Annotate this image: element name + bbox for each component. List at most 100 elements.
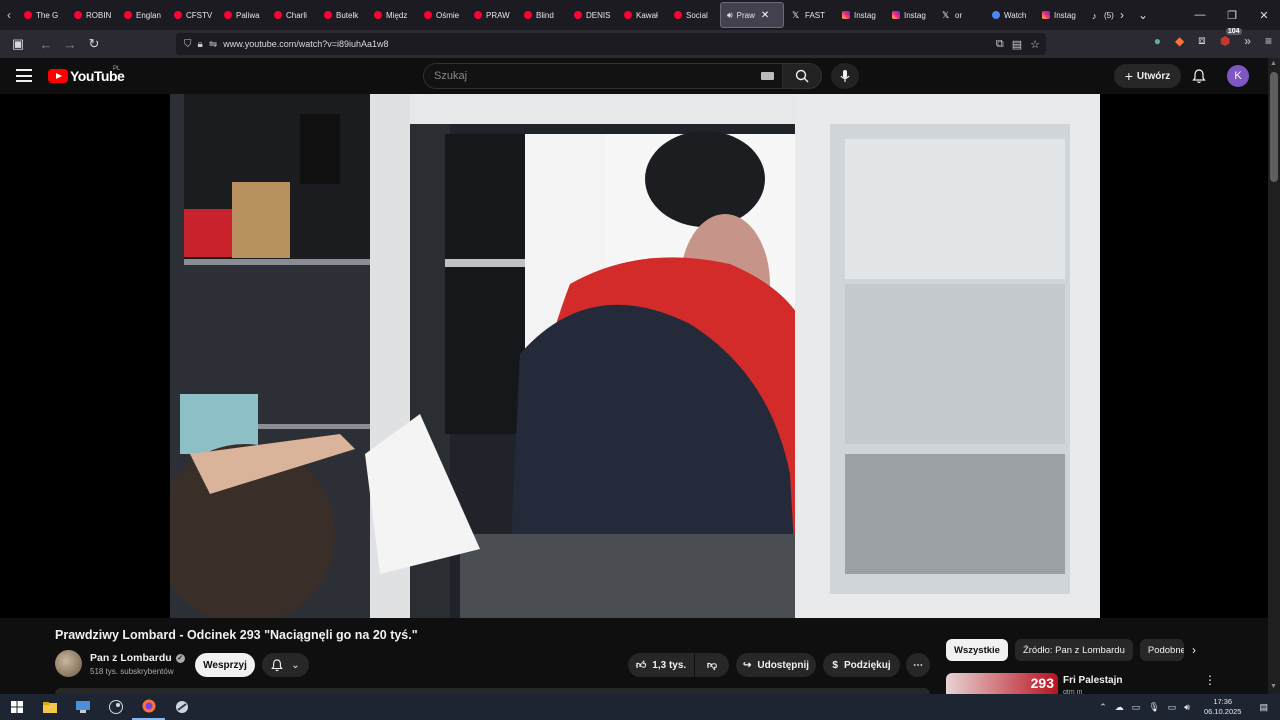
picture-in-picture-icon[interactable]: ⧉ <box>996 38 1004 51</box>
like-button[interactable]: 👍︎ 1,3 tys. <box>628 653 694 677</box>
browser-tab[interactable]: Międz <box>368 0 418 30</box>
youtube-icon <box>374 11 382 19</box>
clock[interactable]: 17:36 06.10.2025 <box>1204 697 1242 717</box>
scroll-up-icon[interactable]: ▲ <box>1270 60 1277 67</box>
browser-tab[interactable]: Ośmie <box>418 0 468 30</box>
menu-icon[interactable] <box>16 69 32 82</box>
keyboard-icon[interactable] <box>761 72 774 80</box>
network-icon[interactable]: ▭ <box>1168 702 1177 713</box>
support-button[interactable]: Wesprzyj <box>195 653 255 677</box>
browser-tab[interactable]: Watch <box>986 0 1036 30</box>
browser-tab[interactable]: Butelk <box>318 0 368 30</box>
browser-tab[interactable]: Paliwa <box>218 0 268 30</box>
reader-view-icon[interactable]: ▤ <box>1012 38 1022 51</box>
browser-tab[interactable]: Charli <box>268 0 318 30</box>
tray-app-icon[interactable]: ▭ <box>1132 702 1141 713</box>
subscription-bell-button[interactable]: ⌄ <box>262 653 309 677</box>
sidebar-toggle-icon[interactable]: ▣ <box>6 32 30 56</box>
tab-list-dropdown-icon[interactable]: ⌄ <box>1138 8 1148 22</box>
share-button[interactable]: ↪ Udostępnij <box>736 653 816 677</box>
file-explorer-icon[interactable] <box>33 694 66 720</box>
browser-tab[interactable]: The G <box>18 0 68 30</box>
shield-icon[interactable]: ⛉ <box>184 39 192 50</box>
chevron-down-icon: ⌄ <box>291 659 300 671</box>
tab-label: DENIS <box>586 10 611 20</box>
chip-source[interactable]: Źródło: Pan z Lombardu <box>1014 639 1133 661</box>
scroll-down-icon[interactable]: ▼ <box>1270 683 1277 690</box>
chips-next-icon[interactable]: › <box>1192 643 1196 657</box>
video-player[interactable] <box>0 94 1268 618</box>
search-button[interactable] <box>782 63 822 89</box>
tab-label: Międz <box>386 10 408 20</box>
app-menu-icon[interactable]: ≡ <box>1265 34 1272 48</box>
create-button[interactable]: + Utwórz <box>1114 64 1181 88</box>
restore-icon[interactable]: ❐ <box>1216 0 1248 30</box>
tab-label: Butelk <box>336 10 359 20</box>
voice-search-button[interactable] <box>831 63 859 89</box>
chip-related[interactable]: Podobne <box>1139 639 1184 661</box>
account-avatar[interactable]: K <box>1227 65 1249 87</box>
reload-icon[interactable]: ↻ <box>82 32 106 56</box>
browser-tab[interactable]: DENIS <box>568 0 618 30</box>
more-actions-button[interactable]: ⋯ <box>906 653 930 677</box>
url-bar[interactable]: ⛉ 🔒︎ ⇋ www.youtube.com/watch?v=i89iuhAa1… <box>176 33 1046 55</box>
globe-icon <box>992 11 1000 19</box>
browser-tab[interactable]: Instag <box>1036 0 1086 30</box>
chip-all[interactable]: Wszystkie <box>946 639 1008 661</box>
browser-tab[interactable]: Kawał <box>618 0 668 30</box>
back-icon[interactable]: ← <box>34 32 58 56</box>
app-icon[interactable] <box>165 694 198 720</box>
browser-tab[interactable]: Blind <box>518 0 568 30</box>
recommended-more-icon[interactable]: ⋮ <box>1204 673 1216 687</box>
active-browser-tab[interactable]: 🔊︎ Praw ✕ <box>720 2 784 28</box>
tab-scroll-right-icon[interactable]: › <box>1120 8 1124 22</box>
tab-scroll-left-icon[interactable]: ‹ <box>0 0 18 30</box>
notifications-tray-icon[interactable]: ▤ <box>1259 702 1268 713</box>
extensions-icon[interactable]: ⧈ <box>1198 33 1206 48</box>
browser-tab[interactable]: ROBIN <box>68 0 118 30</box>
browser-tab[interactable]: 𝕏 FAST <box>786 0 836 30</box>
overflow-chevron-icon[interactable]: » <box>1244 34 1251 48</box>
onedrive-icon[interactable]: ☁ <box>1115 702 1124 713</box>
tab-label: CFSTV <box>186 10 213 20</box>
search-input[interactable]: Szukaj <box>423 63 782 89</box>
tab-label: Watch <box>1004 10 1027 20</box>
browser-tab[interactable]: CFSTV <box>168 0 218 30</box>
forward-icon[interactable]: → <box>58 32 82 56</box>
close-tab-icon[interactable]: ✕ <box>761 10 769 21</box>
microphone-tray-icon[interactable]: 🎙︎ <box>1148 702 1159 713</box>
windows-start-icon[interactable] <box>0 694 33 720</box>
scroll-thumb[interactable] <box>1270 72 1278 182</box>
vpn-extension-icon[interactable]: ● <box>1154 34 1161 48</box>
control-panel-icon[interactable] <box>66 694 99 720</box>
channel-avatar[interactable] <box>55 650 82 677</box>
browser-tab[interactable]: Instag <box>886 0 936 30</box>
notifications-button[interactable] <box>1189 66 1209 86</box>
tray-overflow-icon[interactable]: ⌃ <box>1099 702 1107 713</box>
steam-icon[interactable] <box>99 694 132 720</box>
browser-tab[interactable]: 𝕏or <box>936 0 986 30</box>
firefox-account-icon[interactable]: ◆ <box>1175 34 1184 48</box>
subscriber-count: 518 tys. subskrybentów <box>90 667 174 676</box>
video-frame[interactable] <box>170 94 1100 618</box>
bookmark-star-icon[interactable]: ☆ <box>1030 38 1040 51</box>
volume-icon[interactable]: 🔊︎ <box>1184 702 1190 713</box>
thanks-button[interactable]: $ Podziękuj <box>823 653 900 677</box>
recommended-title[interactable]: Fri Palestajn <box>1063 675 1122 686</box>
dislike-button[interactable]: 👎︎ <box>695 653 729 677</box>
lock-icon[interactable]: 🔒︎ <box>198 39 203 50</box>
browser-tab[interactable]: Social <box>668 0 718 30</box>
permissions-icon[interactable]: ⇋ <box>209 39 217 50</box>
firefox-icon[interactable] <box>132 694 165 720</box>
url-text[interactable]: www.youtube.com/watch?v=i89iuhAa1w8 <box>223 39 388 49</box>
youtube-play-icon <box>48 69 68 83</box>
minimize-icon[interactable]: — <box>1184 0 1216 30</box>
browser-tab[interactable]: Englan <box>118 0 168 30</box>
browser-tab[interactable]: Instag <box>836 0 886 30</box>
channel-name-text[interactable]: Pan z Lombardu <box>90 652 172 664</box>
browser-tab[interactable]: PRAW <box>468 0 518 30</box>
channel-name[interactable]: Pan z Lombardu ✓ <box>90 652 185 664</box>
speaker-icon[interactable]: 🔊︎ <box>727 10 733 21</box>
close-window-icon[interactable]: ✕ <box>1248 0 1280 30</box>
ublock-icon[interactable]: ⬢ 104 <box>1220 27 1242 48</box>
